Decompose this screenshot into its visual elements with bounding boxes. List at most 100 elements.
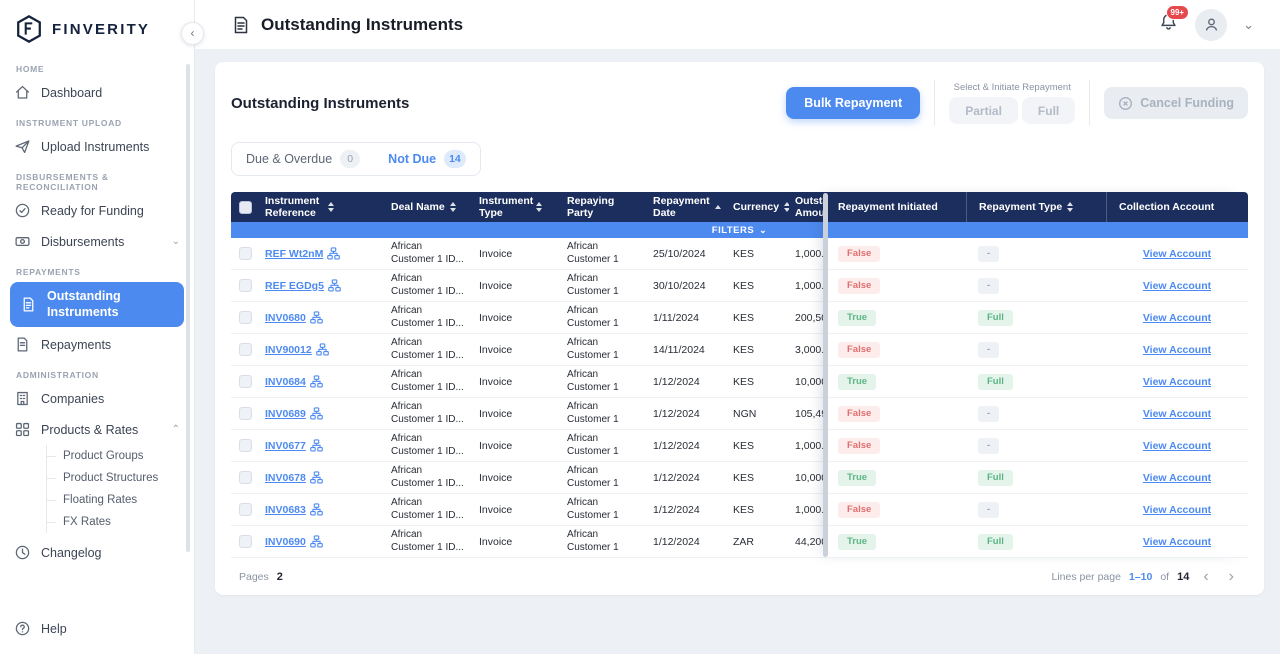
column-header-deal-name[interactable]: Deal Name xyxy=(385,192,473,222)
column-header-repayment-date[interactable]: Repayment Date xyxy=(647,192,727,222)
row-checkbox[interactable] xyxy=(239,535,252,548)
repayment-initiated-badge: False xyxy=(838,278,880,294)
repaying-party-cell: African Customer 1 xyxy=(561,465,647,490)
row-checkbox[interactable] xyxy=(239,407,252,420)
hierarchy-icon[interactable] xyxy=(310,535,323,548)
column-header-instrument-type[interactable]: Instrument Type xyxy=(473,192,561,222)
view-account-link[interactable]: View Account xyxy=(1143,280,1211,292)
instrument-reference-link[interactable]: INV0690 xyxy=(265,536,306,548)
deal-name-cell: African Customer 1 ID... xyxy=(385,305,473,330)
instrument-reference-link[interactable]: REF Wt2nM xyxy=(265,248,323,260)
full-repayment-button[interactable]: Full xyxy=(1022,97,1075,124)
account-chevron-down-icon[interactable]: ⌄ xyxy=(1243,17,1254,33)
hierarchy-icon[interactable] xyxy=(316,343,329,356)
document-icon xyxy=(14,336,31,353)
hierarchy-icon[interactable] xyxy=(310,311,323,324)
previous-page-button[interactable]: ‹ xyxy=(1197,569,1214,585)
view-account-link[interactable]: View Account xyxy=(1143,312,1211,324)
hierarchy-icon[interactable] xyxy=(310,503,323,516)
user-menu-button[interactable] xyxy=(1195,9,1227,41)
row-checkbox[interactable] xyxy=(239,247,252,260)
select-all-checkbox[interactable] xyxy=(239,201,252,214)
instrument-reference-link[interactable]: INV0689 xyxy=(265,408,306,420)
row-checkbox[interactable] xyxy=(239,343,252,356)
instrument-reference-link[interactable]: INV0683 xyxy=(265,504,306,516)
column-header-instrument-reference[interactable]: Instrument Reference xyxy=(259,192,385,222)
hierarchy-icon[interactable] xyxy=(310,471,323,484)
sidebar-item-help[interactable]: Help xyxy=(0,613,194,644)
repayment-initiated-badge: False xyxy=(838,502,880,518)
repayment-type-cell: - xyxy=(966,278,1106,294)
sidebar-item-disbursements[interactable]: Disbursements ⌄ xyxy=(0,226,194,257)
partial-repayment-button[interactable]: Partial xyxy=(949,97,1018,124)
sidebar-item-ready-for-funding[interactable]: Ready for Funding xyxy=(0,195,194,226)
pinned-filters-strip xyxy=(826,222,1248,238)
instrument-reference-link[interactable]: INV0680 xyxy=(265,312,306,324)
instrument-reference-link[interactable]: REF EGDg5 xyxy=(265,280,324,292)
sidebar: FINVERITY HOME Dashboard INSTRUMENT UPLO… xyxy=(0,0,195,654)
instrument-reference-link[interactable]: INV0678 xyxy=(265,472,306,484)
sidebar-item-outstanding-instruments[interactable]: Outstanding Instruments xyxy=(10,282,184,327)
repayment-initiated-cell: False xyxy=(826,342,966,358)
row-checkbox[interactable] xyxy=(239,439,252,452)
tab-due-overdue[interactable]: Due & Overdue 0 xyxy=(232,143,374,175)
row-checkbox[interactable] xyxy=(239,503,252,516)
sidebar-subitem-fx-rates[interactable]: FX Rates xyxy=(47,511,194,533)
hierarchy-icon[interactable] xyxy=(328,279,341,292)
cancel-funding-button[interactable]: Cancel Funding xyxy=(1104,87,1248,119)
filters-label: FILTERS xyxy=(712,225,754,236)
instrument-reference-link[interactable]: INV90012 xyxy=(265,344,312,356)
column-header-repayment-type[interactable]: Repayment Type xyxy=(966,192,1106,222)
sidebar-item-repayments[interactable]: Repayments xyxy=(0,329,194,360)
view-account-link[interactable]: View Account xyxy=(1143,248,1211,260)
row-select-cell xyxy=(231,311,259,324)
row-checkbox[interactable] xyxy=(239,375,252,388)
view-account-link[interactable]: View Account xyxy=(1143,440,1211,452)
view-account-link[interactable]: View Account xyxy=(1143,344,1211,356)
total-lines: 14 xyxy=(1177,571,1189,583)
tab-not-due[interactable]: Not Due 14 xyxy=(374,143,480,175)
outstanding-instruments-card: Outstanding Instruments Bulk Repayment S… xyxy=(215,62,1264,595)
view-account-link[interactable]: View Account xyxy=(1143,504,1211,516)
instrument-reference-link[interactable]: INV0677 xyxy=(265,440,306,452)
sidebar-item-dashboard[interactable]: Dashboard xyxy=(0,77,194,108)
sort-icon xyxy=(450,202,456,212)
column-header-repaying-party[interactable]: Repaying Party xyxy=(561,192,647,222)
view-account-link[interactable]: View Account xyxy=(1143,376,1211,388)
column-resize-handle[interactable] xyxy=(823,193,828,557)
sidebar-item-label: Dashboard xyxy=(41,86,102,100)
repaying-party-cell: African Customer 1 xyxy=(561,401,647,426)
repayment-type-cell: - xyxy=(966,246,1106,262)
row-checkbox[interactable] xyxy=(239,471,252,484)
instrument-reference-link[interactable]: INV0684 xyxy=(265,376,306,388)
sidebar-item-upload-instruments[interactable]: Upload Instruments xyxy=(0,131,194,162)
next-page-button[interactable]: › xyxy=(1223,569,1240,585)
hierarchy-icon[interactable] xyxy=(310,375,323,388)
view-account-link[interactable]: View Account xyxy=(1143,472,1211,484)
bulk-repayment-button[interactable]: Bulk Repayment xyxy=(786,87,920,119)
notifications-button[interactable]: 99+ xyxy=(1158,12,1179,38)
repayment-initiated-badge: True xyxy=(838,374,876,390)
lines-range-select[interactable]: 1–10 xyxy=(1129,571,1152,583)
row-checkbox[interactable] xyxy=(239,311,252,324)
sidebar-subitem-product-groups[interactable]: Product Groups xyxy=(47,445,194,467)
hierarchy-icon[interactable] xyxy=(327,247,340,260)
hierarchy-icon[interactable] xyxy=(310,439,323,452)
brand[interactable]: FINVERITY xyxy=(0,0,194,54)
sidebar-item-companies[interactable]: Companies xyxy=(0,383,194,414)
column-header-repayment-initiated[interactable]: Repayment Initiated xyxy=(826,192,966,222)
sidebar-item-changelog[interactable]: Changelog xyxy=(0,537,194,568)
hierarchy-icon[interactable] xyxy=(310,407,323,420)
sidebar-subitem-floating-rates[interactable]: Floating Rates xyxy=(47,489,194,511)
view-account-link[interactable]: View Account xyxy=(1143,536,1211,548)
sidebar-subitem-product-structures[interactable]: Product Structures xyxy=(47,467,194,489)
view-account-link[interactable]: View Account xyxy=(1143,408,1211,420)
chevron-up-icon: ⌃ xyxy=(172,424,180,435)
row-checkbox[interactable] xyxy=(239,279,252,292)
column-header-collection-account[interactable]: Collection Account xyxy=(1106,192,1248,222)
instrument-type-cell: Invoice xyxy=(473,280,561,292)
sidebar-item-products-rates[interactable]: Products & Rates ⌃ xyxy=(0,414,194,445)
column-header-currency[interactable]: Currency xyxy=(727,192,789,222)
row-select-cell xyxy=(231,471,259,484)
sidebar-collapse-button[interactable]: ‹ xyxy=(181,22,204,45)
